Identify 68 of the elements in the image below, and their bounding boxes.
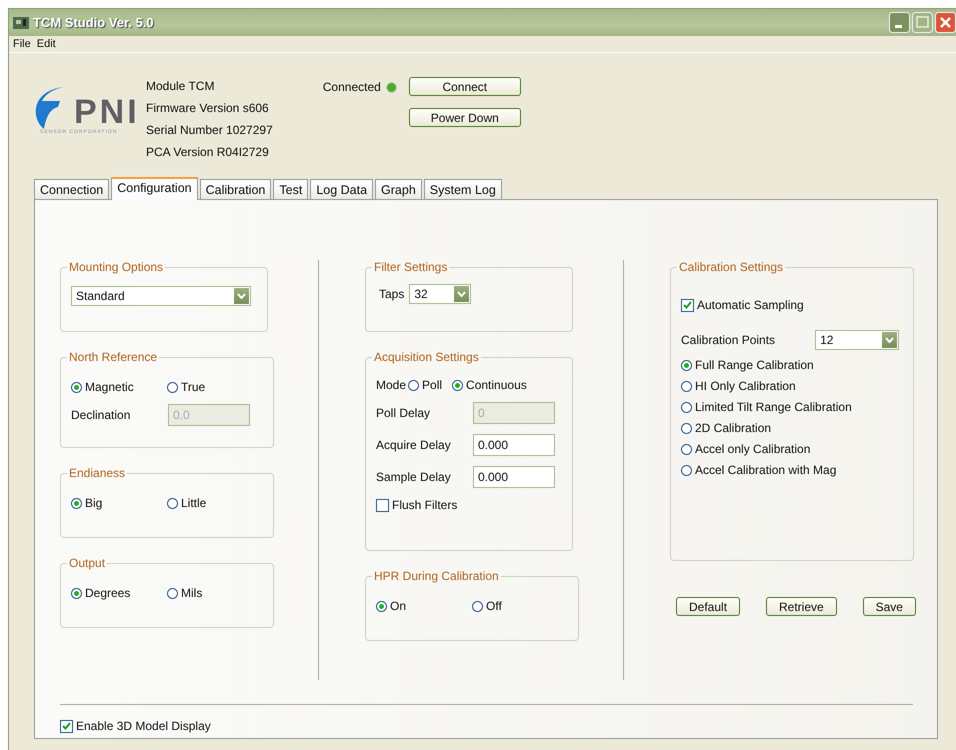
radio-option[interactable]: HI Only Calibration bbox=[681, 379, 903, 393]
field-label: Calibration Points bbox=[681, 333, 776, 347]
radio-option[interactable]: Poll bbox=[408, 378, 442, 392]
close-icon[interactable] bbox=[935, 12, 956, 33]
radio-option[interactable]: Little bbox=[167, 496, 263, 510]
radio-option[interactable]: Accel only Calibration bbox=[681, 442, 903, 456]
radio-option[interactable]: True bbox=[167, 380, 263, 394]
module-info-text: Serial Number 1027297 bbox=[146, 122, 273, 139]
module-info-text: Firmware Version s606 bbox=[146, 100, 270, 117]
checkbox[interactable]: Automatic Sampling bbox=[681, 298, 903, 312]
tab[interactable]: Calibration bbox=[200, 179, 272, 199]
header-button[interactable]: Power Down bbox=[408, 108, 521, 127]
field-label: Taps bbox=[379, 287, 404, 301]
group-title: Output bbox=[68, 556, 106, 570]
input-field[interactable]: 0.000 bbox=[473, 434, 555, 456]
circuit-board-icon bbox=[13, 16, 29, 30]
caret-icon bbox=[234, 288, 249, 304]
menu-item[interactable]: Edit bbox=[36, 38, 56, 50]
caret-icon bbox=[454, 286, 470, 302]
minimize-icon[interactable] bbox=[889, 12, 910, 33]
tab[interactable]: Test bbox=[273, 179, 308, 199]
field-label: Poll Delay bbox=[376, 406, 432, 420]
group-title: North Reference bbox=[68, 350, 158, 364]
action-button[interactable]: Retrieve bbox=[766, 597, 837, 616]
radio-option[interactable]: Continuous bbox=[452, 378, 527, 392]
field-label: Mode bbox=[376, 378, 406, 392]
module-info-text: PCA Version R04I2729 bbox=[146, 144, 270, 161]
dropdown[interactable]: 12 bbox=[815, 330, 900, 350]
radio-option[interactable]: Full Range Calibration bbox=[681, 358, 903, 372]
header-button[interactable]: Connect bbox=[408, 77, 521, 96]
radio-option[interactable]: Degrees bbox=[71, 586, 167, 600]
check-icon bbox=[62, 722, 71, 730]
radio-option[interactable]: 2D Calibration bbox=[681, 421, 903, 435]
maximize-icon[interactable] bbox=[912, 12, 933, 33]
group-title: Acquisition Settings bbox=[373, 350, 480, 364]
radio-option[interactable]: Accel Calibration with Mag bbox=[681, 463, 903, 477]
dropdown[interactable]: Standard bbox=[71, 286, 251, 306]
field-label: Acquire Delay bbox=[376, 438, 452, 452]
group-title: Filter Settings bbox=[373, 260, 448, 274]
group-title: Calibration Settings bbox=[678, 260, 784, 274]
radio-option[interactable]: Magnetic bbox=[71, 380, 167, 394]
field-label: Declination bbox=[71, 408, 132, 422]
radio-option[interactable]: Mils bbox=[167, 586, 263, 600]
action-button[interactable]: Save bbox=[862, 597, 916, 616]
radio-option[interactable]: Big bbox=[71, 496, 167, 510]
tab[interactable]: Connection bbox=[34, 179, 110, 199]
input-field[interactable]: 0.000 bbox=[473, 466, 555, 488]
tab[interactable]: System Log bbox=[424, 179, 502, 199]
action-button[interactable]: Default bbox=[676, 597, 740, 616]
group-title: Endianess bbox=[68, 466, 126, 480]
field-label: Sample Delay bbox=[376, 470, 452, 484]
check-icon bbox=[683, 301, 692, 309]
radio-option[interactable]: Off bbox=[472, 599, 568, 613]
module-info-text: Module TCM bbox=[146, 78, 216, 95]
tab[interactable]: Configuration bbox=[111, 177, 198, 200]
group-title: HPR During Calibration bbox=[373, 569, 500, 583]
radio-option[interactable]: Limited Tilt Range Calibration bbox=[681, 400, 903, 414]
checkbox[interactable]: Flush Filters bbox=[376, 498, 562, 512]
dropdown[interactable]: 32 bbox=[409, 284, 472, 304]
window-title: TCM Studio Ver. 5.0 bbox=[33, 15, 154, 30]
checkbox[interactable]: Enable 3D Model Display bbox=[60, 719, 937, 733]
tab[interactable]: Graph bbox=[375, 179, 422, 199]
caret-icon bbox=[882, 332, 898, 348]
connection-status: Connected bbox=[322, 80, 381, 94]
group-title: Mounting Options bbox=[68, 260, 164, 274]
radio-option[interactable]: On bbox=[376, 599, 472, 613]
menu-item[interactable]: File bbox=[13, 38, 31, 50]
tab[interactable]: Log Data bbox=[310, 179, 374, 199]
